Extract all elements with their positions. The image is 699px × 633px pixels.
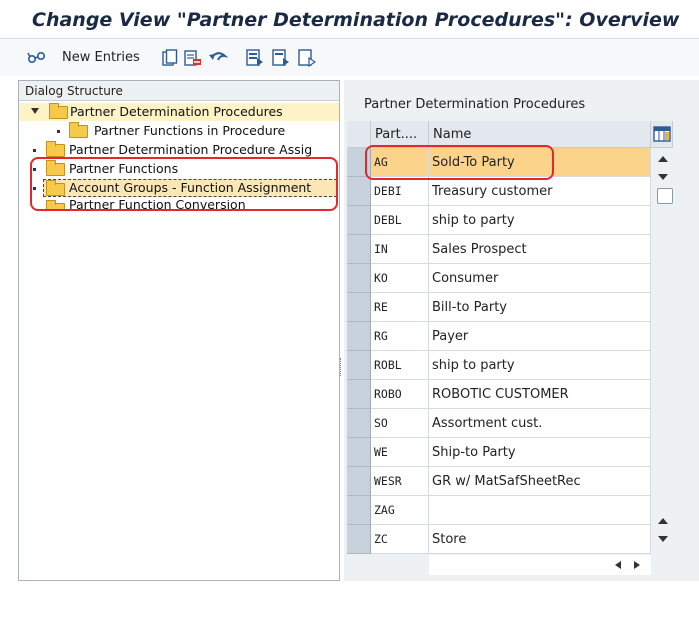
partner-code-cell[interactable]: KO: [371, 264, 429, 293]
column-settings-button[interactable]: [651, 121, 673, 148]
horizontal-scrollbar[interactable]: [429, 555, 651, 575]
table-row[interactable]: SO Assortment cust.: [347, 409, 669, 438]
row-selector[interactable]: [347, 206, 371, 235]
partner-code-cell[interactable]: SO: [371, 409, 429, 438]
row-selector[interactable]: [347, 351, 371, 380]
row-selector[interactable]: [347, 409, 371, 438]
scroll-up-bottom-icon[interactable]: [658, 518, 668, 524]
folder-open-icon: [49, 103, 68, 119]
partner-name-cell[interactable]: ship to party: [429, 206, 651, 235]
partner-name-cell[interactable]: Assortment cust.: [429, 409, 651, 438]
folder-icon: [69, 122, 88, 138]
table-row[interactable]: DEBI Treasury customer: [347, 177, 669, 206]
row-selector[interactable]: [347, 525, 371, 554]
table-row[interactable]: WESR GR w/ MatSafSheetRec: [347, 467, 669, 496]
delete-icon[interactable]: [184, 49, 202, 67]
scroll-thumb[interactable]: [657, 188, 673, 204]
partner-code-cell[interactable]: RE: [371, 293, 429, 322]
new-entries-button[interactable]: New Entries: [62, 49, 140, 67]
row-selector[interactable]: [347, 235, 371, 264]
application-toolbar: New Entries: [0, 38, 699, 76]
row-selector[interactable]: [347, 467, 371, 496]
tree-item-partner-functions-in-procedure[interactable]: Partner Functions in Procedure: [19, 122, 339, 140]
copy-icon[interactable]: [162, 49, 178, 67]
column-settings-icon: [653, 126, 671, 142]
partner-code-cell[interactable]: WESR: [371, 467, 429, 496]
scroll-up-icon[interactable]: [658, 156, 668, 162]
row-selector[interactable]: [347, 177, 371, 206]
table-row[interactable]: KO Consumer: [347, 264, 669, 293]
table-row[interactable]: RE Bill-to Party: [347, 293, 669, 322]
partner-name-cell[interactable]: GR w/ MatSafSheetRec: [429, 467, 651, 496]
column-header-name[interactable]: Name: [429, 121, 651, 148]
partner-code-cell[interactable]: WE: [371, 438, 429, 467]
row-selector[interactable]: [347, 380, 371, 409]
partner-code-cell[interactable]: IN: [371, 235, 429, 264]
partner-name-cell[interactable]: ship to party: [429, 351, 651, 380]
scroll-right-icon[interactable]: [634, 561, 640, 569]
partner-name-cell[interactable]: [429, 496, 651, 525]
partner-name-cell[interactable]: Bill-to Party: [429, 293, 651, 322]
table-row[interactable]: RG Payer: [347, 322, 669, 351]
partner-code-cell[interactable]: ROBO: [371, 380, 429, 409]
row-selector[interactable]: [347, 293, 371, 322]
change-display-icon[interactable]: [26, 49, 48, 67]
table-row[interactable]: DEBL ship to party: [347, 206, 669, 235]
table-row[interactable]: WE Ship-to Party: [347, 438, 669, 467]
tree-item-partner-determination-procedures[interactable]: Partner Determination Procedures: [19, 103, 339, 121]
partner-code-cell[interactable]: ZAG: [371, 496, 429, 525]
column-header-partner-function[interactable]: Part....: [371, 121, 429, 148]
splitter-grip-icon: [340, 358, 342, 376]
partner-code-cell[interactable]: DEBI: [371, 177, 429, 206]
table-row[interactable]: ROBO ROBOTIC CUSTOMER: [347, 380, 669, 409]
table-row[interactable]: IN Sales Prospect: [347, 235, 669, 264]
highlight-annotation: [365, 145, 554, 180]
partner-table: Part.... Name AG Sold-To Party DEBI Trea…: [347, 121, 673, 633]
scroll-down-bottom-icon[interactable]: [658, 536, 668, 542]
partner-name-cell[interactable]: Store: [429, 525, 651, 554]
table-title: Partner Determination Procedures: [364, 97, 586, 112]
table-row[interactable]: ZAG: [347, 496, 669, 525]
undo-icon[interactable]: [208, 49, 229, 67]
row-selector[interactable]: [347, 496, 371, 525]
partner-name-cell[interactable]: ROBOTIC CUSTOMER: [429, 380, 651, 409]
row-selector[interactable]: [347, 438, 371, 467]
partner-code-cell[interactable]: RG: [371, 322, 429, 351]
page-title: Change View "Partner Determination Proce…: [0, 0, 699, 38]
partner-code-cell[interactable]: DEBL: [371, 206, 429, 235]
highlight-annotation: [30, 157, 338, 211]
folder-icon: [46, 141, 65, 157]
dialog-structure-header: Dialog Structure: [19, 81, 339, 101]
select-block-icon[interactable]: [272, 49, 290, 67]
scroll-left-icon[interactable]: [615, 561, 621, 569]
partner-code-cell[interactable]: ZC: [371, 525, 429, 554]
select-all-cell[interactable]: [347, 121, 371, 148]
partner-code-cell[interactable]: ROBL: [371, 351, 429, 380]
partner-name-cell[interactable]: Payer: [429, 322, 651, 351]
table-panel: Partner Determination Procedures Part...…: [344, 80, 699, 581]
dialog-structure-panel: Dialog Structure Partner Determination P…: [18, 80, 340, 581]
partner-name-cell[interactable]: Ship-to Party: [429, 438, 651, 467]
deselect-all-icon[interactable]: [298, 49, 317, 68]
scroll-down-icon[interactable]: [658, 174, 668, 180]
table-row[interactable]: ZC Store: [347, 525, 669, 554]
tree-bullet-icon: [57, 130, 60, 133]
partner-name-cell[interactable]: Sales Prospect: [429, 235, 651, 264]
row-selector[interactable]: [347, 322, 371, 351]
tree-bullet-icon: [33, 149, 36, 152]
partner-name-cell[interactable]: Consumer: [429, 264, 651, 293]
partner-name-cell[interactable]: Treasury customer: [429, 177, 651, 206]
table-row[interactable]: ROBL ship to party: [347, 351, 669, 380]
expand-arrow-icon[interactable]: [31, 108, 39, 114]
row-selector[interactable]: [347, 264, 371, 293]
vertical-scrollbar[interactable]: [653, 148, 673, 554]
select-all-icon[interactable]: [246, 49, 264, 67]
